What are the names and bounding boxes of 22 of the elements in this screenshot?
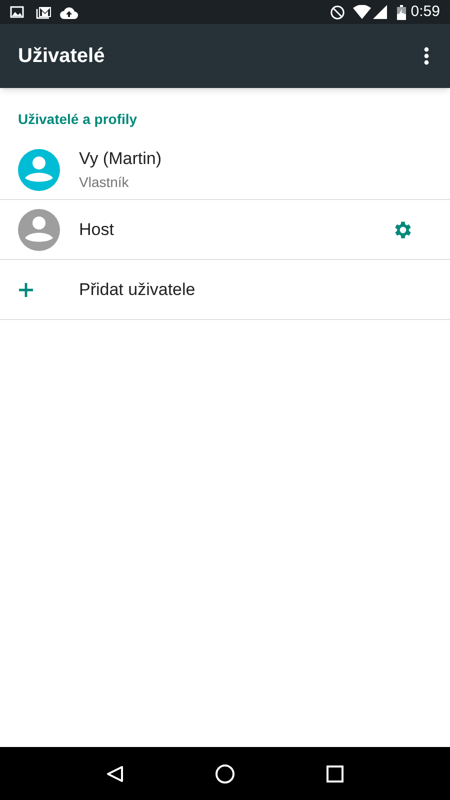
- app-bar-title: Uživatelé: [18, 44, 106, 69]
- signal-icon: [372, 5, 387, 19]
- home-icon[interactable]: [214, 764, 235, 784]
- recents-icon[interactable]: [326, 764, 344, 782]
- item-title: Host: [79, 218, 115, 241]
- battery-icon: [396, 4, 406, 20]
- item-title: Přidat uživatele: [79, 278, 196, 301]
- do-not-disturb-icon: [330, 4, 345, 20]
- section-header: Uživatelé a profily: [18, 111, 138, 127]
- item-title: Vy (Martin): [79, 148, 162, 170]
- list-item[interactable]: Host: [0, 200, 450, 260]
- plus-icon: [18, 282, 34, 298]
- status-time: 0:59: [410, 2, 440, 22]
- image-icon: [10, 6, 24, 18]
- list-item[interactable]: Vy (Martin) Vlastník: [0, 140, 450, 200]
- wifi-icon: [352, 5, 371, 19]
- cloud-upload-icon: [60, 6, 78, 18]
- item-subtitle: Vlastník: [79, 172, 130, 192]
- more-icon: [424, 47, 428, 65]
- back-icon[interactable]: [106, 764, 124, 782]
- list-item[interactable]: Přidat uživatele: [0, 260, 450, 320]
- mail-icon: [36, 6, 52, 18]
